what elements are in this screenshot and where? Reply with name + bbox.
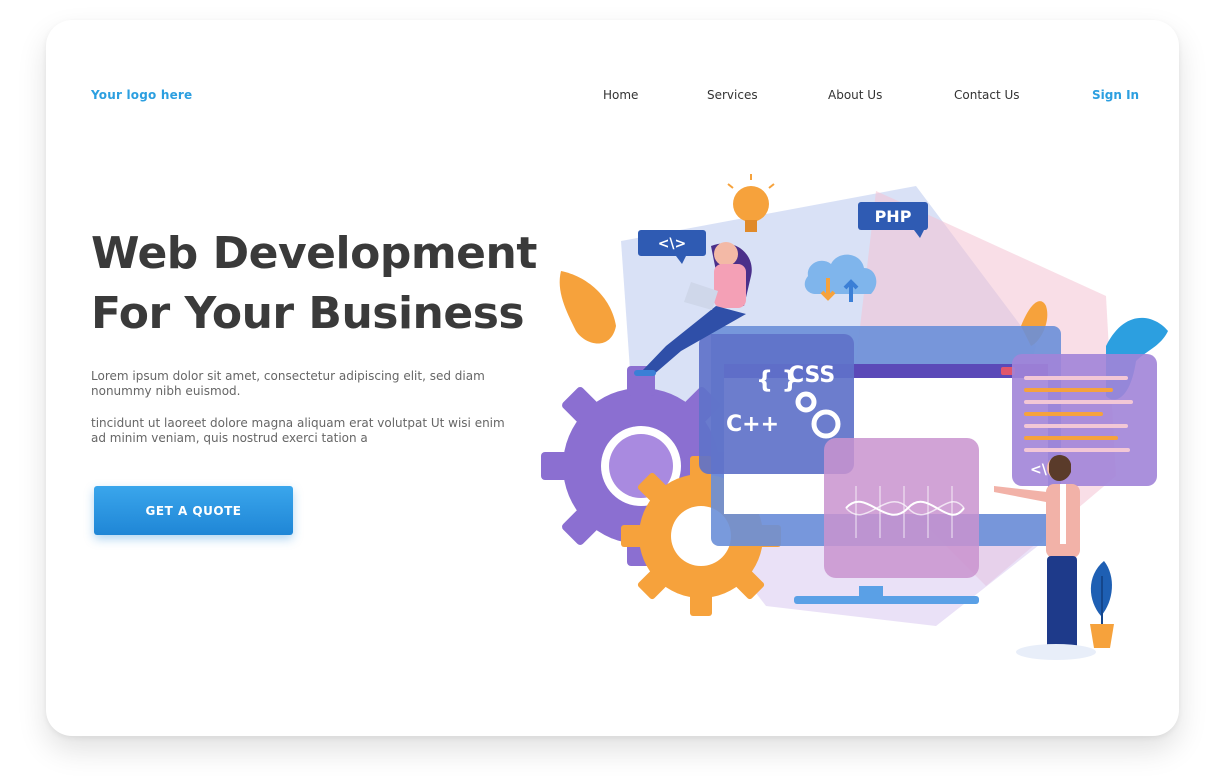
man-shadow (1016, 644, 1096, 660)
leaf-shape-left (559, 271, 616, 344)
monitor-stand (794, 596, 979, 604)
hero-paragraph-2: tincidunt ut laoreet dolore magna aliqua… (91, 416, 505, 445)
hero-title-line-2: For Your Business (91, 288, 525, 339)
html-tag-label: <\> (658, 236, 687, 252)
web-development-illustration: { } CSS C++ <\> <\> PHP (541, 174, 1168, 660)
woman-face (714, 242, 738, 266)
landing-card: Your logo here Home Services About Us Co… (46, 20, 1179, 736)
hero-title-line-1: Web Development (91, 228, 537, 279)
main-nav: Home Services About Us Contact Us Sign I… (46, 88, 1179, 104)
css-label: CSS (788, 363, 835, 388)
php-tag-label: PHP (875, 207, 912, 226)
hero-title: Web Development For Your Business (91, 224, 561, 344)
potted-plant-icon (1090, 561, 1114, 648)
nav-home[interactable]: Home (603, 88, 638, 102)
woman-top (714, 264, 746, 308)
nav-about-us[interactable]: About Us (828, 88, 882, 102)
man-shirt (1060, 484, 1066, 544)
hero-paragraph-1: Lorem ipsum dolor sit amet, consectetur … (91, 369, 485, 398)
nav-services[interactable]: Services (707, 88, 758, 102)
nav-contact-us[interactable]: Contact Us (954, 88, 1020, 102)
cpp-label: C++ (726, 412, 779, 437)
man-trousers (1047, 556, 1077, 650)
code-list-panel: <\> (1012, 354, 1157, 486)
wave-chart-panel (824, 438, 979, 578)
man-beard (1049, 455, 1071, 481)
nav-sign-in[interactable]: Sign In (1092, 88, 1139, 102)
woman-shoe (634, 370, 656, 376)
get-a-quote-button[interactable]: GET A QUOTE (94, 486, 293, 535)
